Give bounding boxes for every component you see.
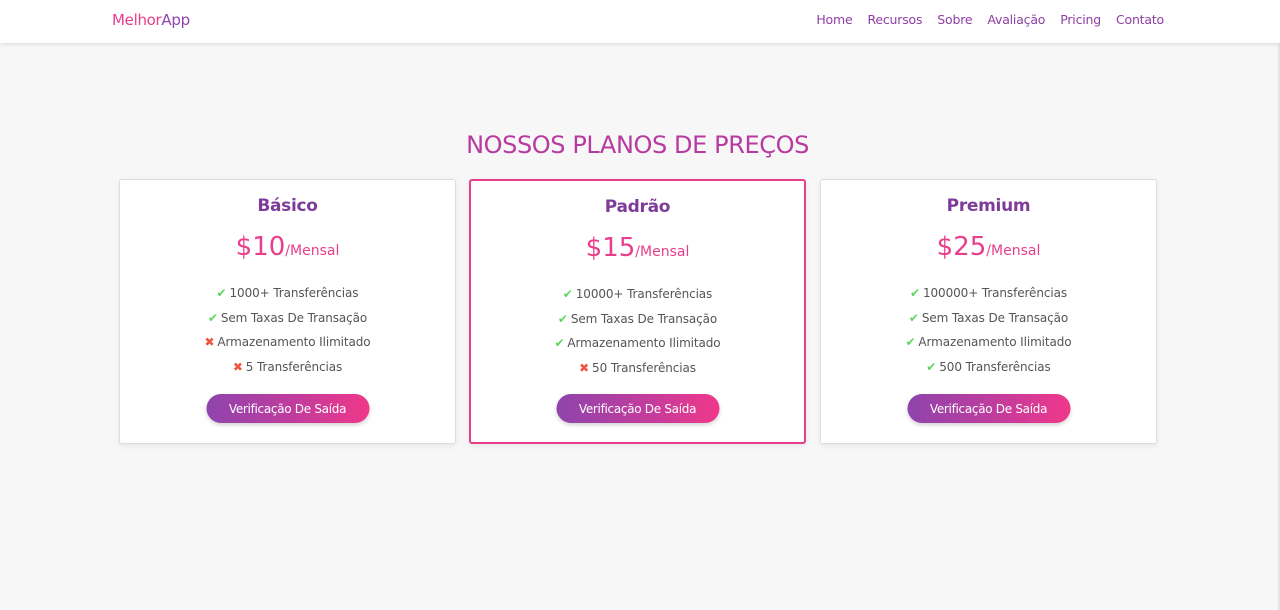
feature-item: ✔ Armazenamento Ilimitado: [471, 336, 804, 361]
feature-list: ✔ 10000+ Transferências ✔ Sem Taxas De Tra…: [471, 287, 804, 385]
check-icon: ✔: [905, 335, 916, 350]
nav-link-sobre[interactable]: Sobre: [937, 12, 972, 27]
nav-link-contato[interactable]: Contato: [1116, 12, 1164, 27]
feature-item: ✖ 50 Transferências: [471, 361, 804, 386]
check-icon: ✔: [910, 286, 920, 300]
feature-text: 500 Transferências: [939, 359, 1051, 374]
feature-list: ✔ 1000+ Transferências ✔ Sem Taxas De Tran…: [120, 286, 455, 384]
feature-text: 1000+ Transferências: [229, 286, 359, 300]
nav-link-recursos[interactable]: Recursos: [867, 12, 922, 27]
checkout-button[interactable]: Verificação De Saída: [556, 394, 719, 423]
plan-price: $10/Mensal: [120, 232, 455, 262]
price-amount: $25: [936, 232, 987, 262]
feature-text: Armazenamento Ilimitado: [567, 336, 721, 351]
feature-text: 5 Transferências: [245, 359, 343, 374]
feature-item: ✔ Armazenamento Ilimitado: [821, 335, 1156, 360]
price-period: /Mensal: [285, 243, 340, 259]
brand-logo[interactable]: MelhorApp: [112, 11, 190, 29]
feature-item: ✔ 10000+ Transferências: [471, 287, 804, 312]
check-icon: ✔: [926, 359, 937, 374]
feature-text: Sem Taxas De Transação: [570, 311, 718, 326]
plan-price: $15/Mensal: [471, 233, 804, 263]
cross-icon: ✖: [204, 335, 215, 350]
feature-text: 50 Transferências: [592, 360, 696, 375]
price-period: /Mensal: [986, 243, 1041, 259]
nav-link-avaliacao[interactable]: Avaliação: [987, 12, 1045, 27]
check-icon: ✔: [207, 310, 218, 325]
feature-item: ✔ Sem Taxas De Transação: [120, 311, 455, 336]
cross-icon: ✖: [232, 359, 243, 374]
plan-price: $25/Mensal: [821, 232, 1156, 262]
price-amount: $10: [235, 232, 286, 262]
price-amount: $15: [585, 233, 636, 263]
cross-icon: ✖: [579, 360, 590, 375]
feature-text: Armazenamento Ilimitado: [918, 335, 1072, 350]
check-icon: ✔: [562, 287, 573, 301]
check-icon: ✔: [216, 286, 227, 300]
plan-name: Padrão: [604, 197, 671, 217]
check-icon: ✔: [557, 311, 568, 326]
feature-list: ✔ 100000+ Transferências ✔ Sem Taxas De Tr…: [821, 286, 1156, 384]
nav-link-pricing[interactable]: Pricing: [1060, 12, 1101, 27]
plan-name: Básico: [257, 196, 318, 216]
feature-text: Sem Taxas De Transação: [220, 310, 368, 325]
check-icon: ✔: [554, 336, 565, 351]
plan-card-premium: Premium $25/Mensal ✔ 100000+ Transferênci…: [820, 179, 1157, 444]
nav-links: Home Recursos Sobre Avaliação Pricing Co…: [816, 12, 1164, 27]
feature-text: 10000+ Transferências: [575, 287, 713, 301]
feature-item: ✖ 5 Transferências: [120, 360, 455, 385]
plan-card-basico: Básico $10/Mensal ✔ 1000+ Transferências …: [119, 179, 456, 444]
feature-item: ✔ 500 Transferências: [821, 360, 1156, 385]
brand-part-1: Melhor: [112, 11, 162, 29]
price-period: /Mensal: [635, 244, 690, 260]
checkout-button[interactable]: Verificação De Saída: [206, 394, 369, 423]
feature-item: ✖ Armazenamento Ilimitado: [120, 335, 455, 360]
feature-item: ✔ 1000+ Transferências: [120, 286, 455, 311]
checkout-button[interactable]: Verificação De Saída: [907, 394, 1070, 423]
plan-card-padrao: Padrão $15/Mensal ✔ 10000+ Transferências…: [469, 179, 806, 444]
check-icon: ✔: [908, 310, 919, 325]
feature-text: 100000+ Transferências: [922, 286, 1067, 300]
feature-item: ✔ Sem Taxas De Transação: [471, 312, 804, 337]
pricing-title: NOSSOS PLANOS DE PREÇOS: [466, 131, 809, 159]
brand-part-2: App: [161, 11, 190, 29]
feature-text: Sem Taxas De Transação: [921, 310, 1069, 325]
navbar: MelhorApp Home Recursos Sobre Avaliação …: [0, 0, 1280, 43]
feature-item: ✔ 100000+ Transferências: [821, 286, 1156, 311]
feature-text: Armazenamento Ilimitado: [217, 335, 371, 350]
plan-name: Premium: [946, 196, 1031, 216]
nav-link-home[interactable]: Home: [816, 12, 852, 27]
feature-item: ✔ Sem Taxas De Transação: [821, 311, 1156, 336]
